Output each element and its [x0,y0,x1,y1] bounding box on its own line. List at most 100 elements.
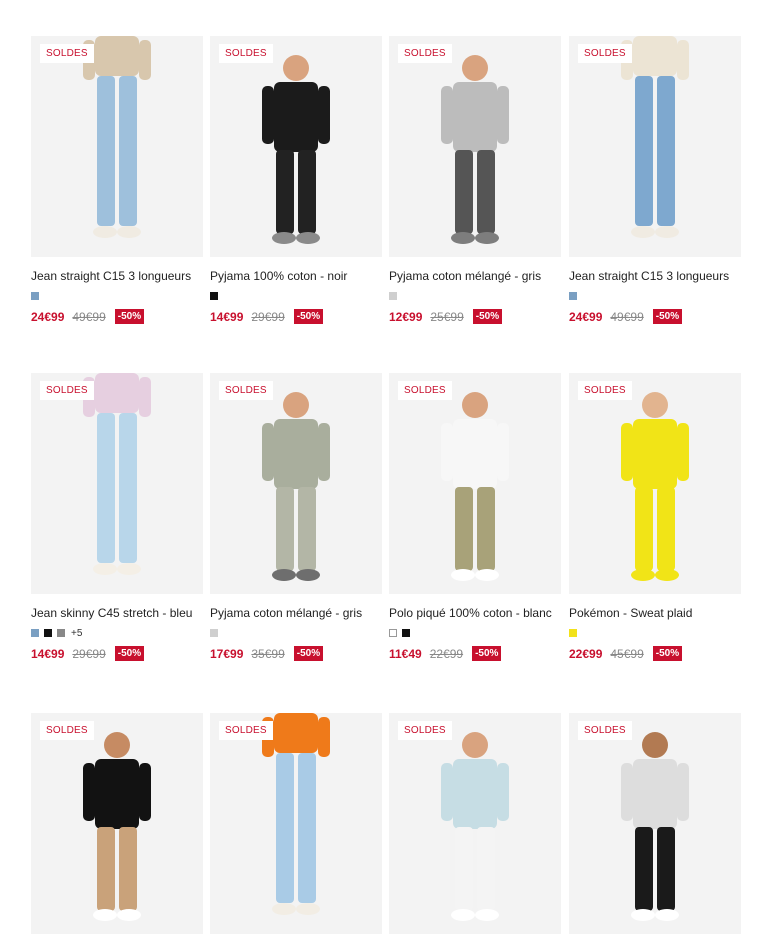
sale-price: 22€99 [569,646,603,661]
product-image[interactable]: SOLDES [210,713,382,934]
product-image[interactable]: SOLDES [210,36,382,257]
product-title[interactable]: Jean straight C15 3 longueurs [31,269,203,283]
color-swatch[interactable] [389,292,397,300]
product-photo [389,713,561,934]
discount-badge: -50% [293,309,324,324]
color-swatch[interactable] [569,629,577,637]
discount-badge: -50% [472,646,502,661]
product-image[interactable]: SOLDES [31,713,203,934]
product-title[interactable]: Pyjama 100% coton - noir [210,269,382,283]
product-title[interactable]: Jean skinny C45 stretch - bleu [31,606,203,620]
color-swatch[interactable] [210,629,218,637]
color-swatches [31,292,203,300]
product-image[interactable]: SOLDES [31,36,203,257]
product-title[interactable]: Jean straight C15 3 longueurs [569,269,741,283]
product-card[interactable]: SOLDES Pyjama 100% coton - noir 14€99 29€99… [210,36,382,324]
product-image[interactable]: SOLDES [389,373,561,594]
color-swatch[interactable] [44,629,52,637]
color-swatch[interactable] [402,629,410,637]
sale-badge: SOLDES [219,44,273,63]
color-swatch[interactable] [57,629,65,637]
product-card[interactable]: SOLDES [210,713,382,934]
discount-badge: -50% [114,646,145,661]
sale-badge: SOLDES [219,381,273,400]
product-card[interactable]: SOLDES Jean straight C15 3 longueurs 24€99… [31,36,203,324]
original-price: 25€99 [430,309,464,324]
product-image[interactable]: SOLDES [569,373,741,594]
discount-badge: -50% [114,309,145,324]
product-card[interactable]: SOLDES Jean straight C15 3 longueurs 24€99… [569,36,741,324]
product-photo [389,373,561,594]
product-card[interactable]: SOLDES Pokémon - Sweat plaid 22€99 45€99 -50… [569,373,741,661]
discount-badge: -50% [652,309,683,324]
color-swatch[interactable] [31,629,39,637]
sale-badge: SOLDES [40,381,94,400]
product-card[interactable]: SOLDES [389,713,561,934]
product-card[interactable]: SOLDES [569,713,741,934]
product-photo [210,36,382,257]
product-title[interactable]: Pyjama coton mélangé - gris [389,269,561,283]
color-swatches [569,292,741,300]
sale-badge: SOLDES [219,721,273,740]
product-photo [31,36,203,257]
sale-price: 17€99 [210,646,244,661]
product-card[interactable]: SOLDES Pyjama coton mélangé - gris 12€99 25… [389,36,561,324]
sale-price: 14€99 [210,309,244,324]
product-photo [31,713,203,934]
price-row: 17€99 35€99 -50% [210,646,382,661]
color-swatch[interactable] [210,292,218,300]
sale-badge: SOLDES [40,44,94,63]
price-row: 12€99 25€99 -50% [389,309,561,324]
sale-badge: SOLDES [398,381,452,400]
color-swatch[interactable] [569,292,577,300]
price-row: 14€99 29€99 -50% [31,646,203,661]
product-photo [210,373,382,594]
sale-badge: SOLDES [398,44,452,63]
product-image[interactable]: SOLDES [389,713,561,934]
product-photo [31,373,203,594]
price-row: 24€99 49€99 -50% [31,309,203,324]
product-card[interactable]: SOLDES [31,713,203,934]
price-row: 11€49 22€99 -50% [389,646,561,661]
color-swatches [389,292,561,300]
sale-price: 14€99 [31,646,65,661]
product-card[interactable]: SOLDES Polo piqué 100% coton - blanc 11€49… [389,373,561,661]
sale-badge: SOLDES [40,721,94,740]
discount-badge: -50% [652,646,683,661]
more-colors-count[interactable]: +5 [71,628,82,639]
product-image[interactable]: SOLDES [31,373,203,594]
product-image[interactable]: SOLDES [389,36,561,257]
sale-price: 12€99 [389,309,423,324]
sale-price: 11€49 [389,646,422,661]
discount-badge: -50% [472,309,503,324]
sale-badge: SOLDES [578,381,632,400]
color-swatches [389,629,561,637]
sale-price: 24€99 [569,309,603,324]
sale-badge: SOLDES [578,721,632,740]
product-photo [569,373,741,594]
original-price: 29€99 [251,309,285,324]
product-card[interactable]: SOLDES Pyjama coton mélangé - gris 17€99 35… [210,373,382,661]
color-swatches [210,292,382,300]
price-row: 24€99 49€99 -50% [569,309,741,324]
original-price: 29€99 [72,646,106,661]
original-price: 49€99 [72,309,106,324]
color-swatches [210,629,382,637]
product-image[interactable]: SOLDES [569,36,741,257]
color-swatch[interactable] [389,629,397,637]
product-title[interactable]: Polo piqué 100% coton - blanc [389,606,561,620]
product-image[interactable]: SOLDES [569,713,741,934]
product-title[interactable]: Pyjama coton mélangé - gris [210,606,382,620]
color-swatches: +5 [31,628,203,639]
sale-badge: SOLDES [398,721,452,740]
product-card[interactable]: SOLDES Jean skinny C45 stretch - bleu +5 14… [31,373,203,661]
product-photo [389,36,561,257]
product-image[interactable]: SOLDES [210,373,382,594]
color-swatches [569,629,741,637]
price-row: 22€99 45€99 -50% [569,646,741,661]
price-row: 14€99 29€99 -50% [210,309,382,324]
product-title[interactable]: Pokémon - Sweat plaid [569,606,741,620]
sale-badge: SOLDES [578,44,632,63]
color-swatch[interactable] [31,292,39,300]
original-price: 45€99 [610,646,644,661]
